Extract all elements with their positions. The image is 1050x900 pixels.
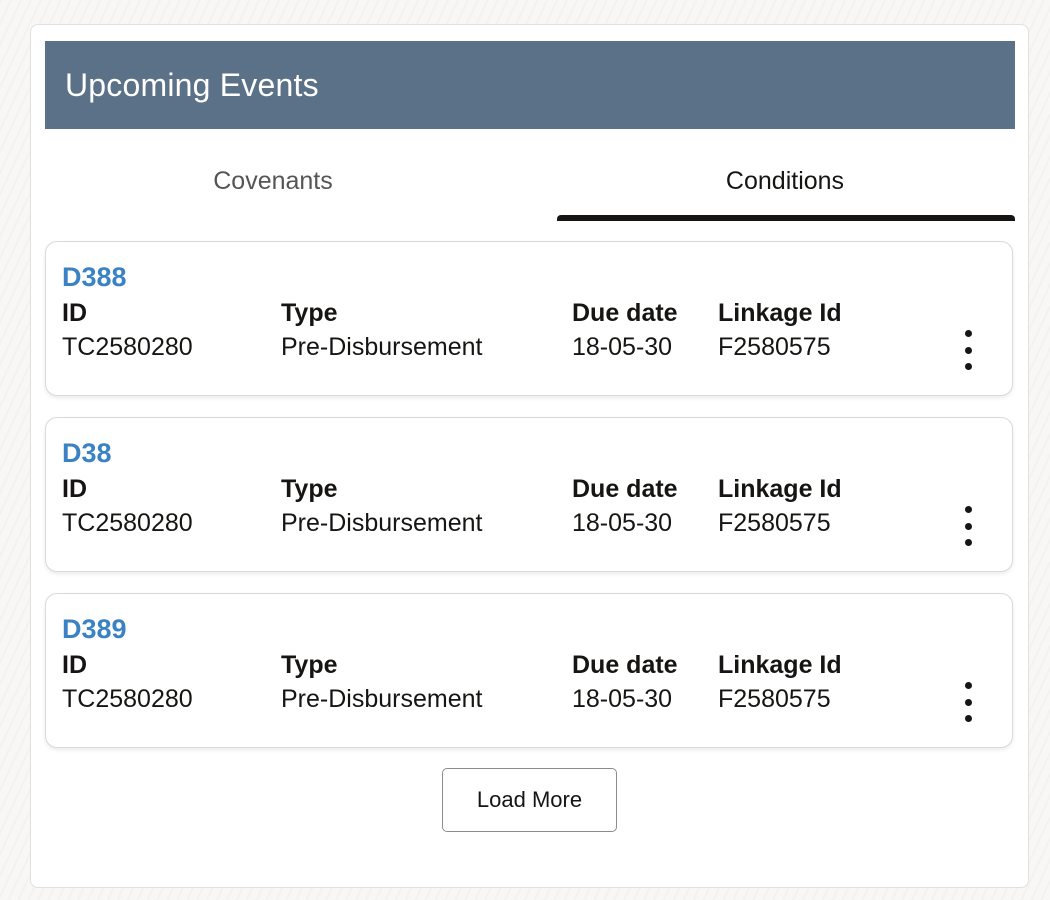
event-card: D388 ID Type Due date Linkage Id TC25802… [45,241,1013,396]
id-label: ID [62,651,87,679]
type-value: Pre-Disbursement [281,333,483,361]
linkage-id-label: Linkage Id [718,475,842,503]
upcoming-events-panel: Upcoming Events Covenants Conditions D38… [30,24,1029,888]
load-more-button[interactable]: Load More [442,768,617,832]
due-date-value: 18-05-30 [572,685,673,713]
due-date-value: 18-05-30 [572,333,673,361]
event-card-title[interactable]: D38 [62,438,112,469]
more-vertical-icon[interactable] [956,328,980,372]
linkage-id-label: Linkage Id [718,651,842,679]
type-label: Type [281,475,338,503]
tab-conditions[interactable]: Conditions [557,150,1013,222]
linkage-id-value: F2580575 [718,333,831,361]
type-label: Type [281,651,338,679]
linkage-id-value: F2580575 [718,685,831,713]
event-card-title[interactable]: D389 [62,614,127,645]
type-label: Type [281,299,338,327]
type-value: Pre-Disbursement [281,685,483,713]
id-value: TC2580280 [62,509,193,537]
due-date-label: Due date [572,651,678,679]
id-value: TC2580280 [62,685,193,713]
linkage-id-label: Linkage Id [718,299,842,327]
event-card-title[interactable]: D388 [62,262,127,293]
tab-covenants[interactable]: Covenants [45,150,501,222]
tab-bar: Covenants Conditions [45,150,1015,222]
due-date-value: 18-05-30 [572,509,673,537]
id-label: ID [62,475,87,503]
id-label: ID [62,299,87,327]
selected-tab-indicator [557,215,1015,221]
type-value: Pre-Disbursement [281,509,483,537]
panel-header: Upcoming Events [45,41,1015,129]
more-vertical-icon[interactable] [956,680,980,724]
panel-title: Upcoming Events [65,67,319,103]
id-value: TC2580280 [62,333,193,361]
more-vertical-icon[interactable] [956,504,980,548]
linkage-id-value: F2580575 [718,509,831,537]
event-card: D389 ID Type Due date Linkage Id TC25802… [45,593,1013,748]
due-date-label: Due date [572,475,678,503]
event-card: D38 ID Type Due date Linkage Id TC258028… [45,417,1013,572]
tab-conditions-label: Conditions [725,167,845,195]
tab-covenants-label: Covenants [213,167,333,195]
due-date-label: Due date [572,299,678,327]
